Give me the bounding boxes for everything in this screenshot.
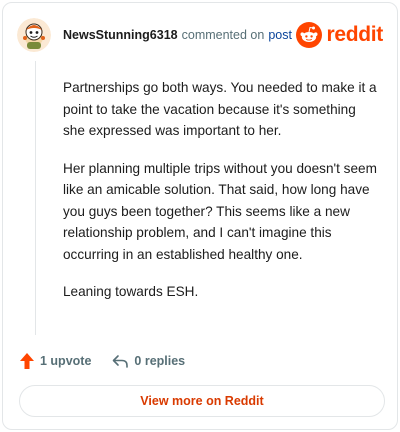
comment-header: NewsStunning6318 commented on post reddi… — [17, 17, 383, 53]
upvote-button[interactable]: 1 upvote — [19, 352, 91, 370]
thread-line — [35, 61, 36, 335]
user-avatar-icon[interactable] — [17, 18, 51, 52]
replies-count: 0 replies — [134, 354, 186, 368]
reddit-brand-link[interactable]: reddit — [296, 22, 383, 48]
comment-paragraph: Her planning multiple trips without you … — [63, 160, 377, 262]
replies-button[interactable]: 0 replies — [111, 353, 185, 369]
comment-paragraph: Leaning towards ESH. — [63, 284, 199, 299]
upvote-arrow-icon — [20, 353, 34, 369]
reddit-wordmark: reddit — [326, 23, 383, 46]
embedded-comment-card: NewsStunning6318 commented on post reddi… — [2, 2, 398, 430]
comment-paragraph: Partnerships go both ways. You needed to… — [63, 80, 377, 138]
reddit-logo-icon — [296, 22, 323, 48]
comment-meta: NewsStunning6318 commented on post — [63, 27, 292, 43]
view-more-button[interactable]: View more on Reddit — [19, 385, 385, 417]
upvote-count: 1 upvote — [40, 354, 92, 368]
post-link[interactable]: post — [268, 27, 292, 43]
comment-actions: 1 upvote 0 replies — [19, 351, 185, 371]
commented-on-text: commented on — [181, 28, 265, 42]
username-link[interactable]: NewsStunning6318 — [63, 27, 178, 43]
comment-body: Partnerships go both ways. You needed to… — [63, 77, 379, 319]
reply-arrow-icon — [113, 355, 129, 368]
